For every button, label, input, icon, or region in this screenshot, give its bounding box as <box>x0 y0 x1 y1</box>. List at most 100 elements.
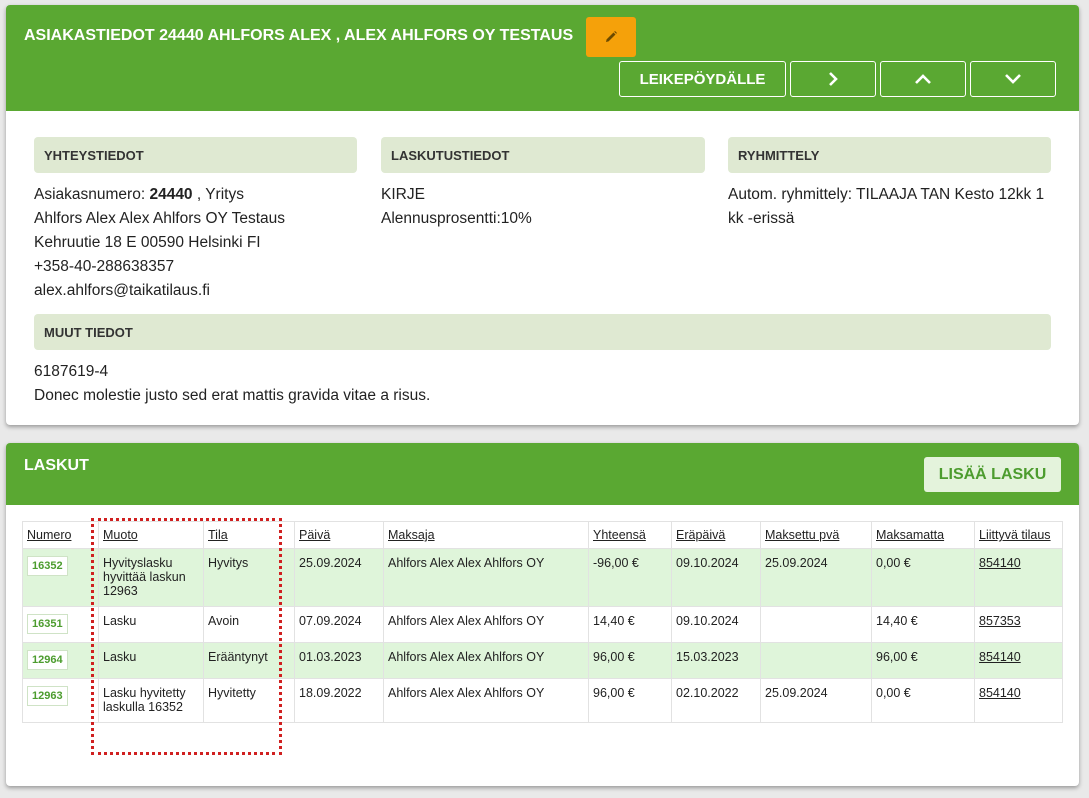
table-row[interactable]: 16352 Hyvityslasku hyvittää laskun 12963 H… <box>22 548 1063 607</box>
cell-yhteensa: 14,40 € <box>588 606 672 643</box>
cell-text: Lasku <box>103 614 137 628</box>
col-paiva[interactable]: Päivä <box>294 521 384 549</box>
order-link[interactable]: 857353 <box>979 614 1021 628</box>
cell-text: Avoin <box>208 614 240 628</box>
invoices-table: Numero Muoto Tila Päivä Maksaja Yhteensä… <box>22 521 1063 723</box>
cell-text: 14,40 € <box>876 614 918 628</box>
cell-paiva: 07.09.2024 <box>294 606 384 643</box>
cell-maksaja: Ahlfors Alex Alex Ahlfors OY <box>383 606 589 643</box>
cell-text: Hyvitys <box>208 556 249 570</box>
cell-text: 96,00 € <box>593 650 635 664</box>
invoice-number-link[interactable]: 12964 <box>27 650 68 670</box>
invoices-body: 16352 Hyvityslasku hyvittää laskun 12963 H… <box>22 548 1063 723</box>
cell-text: Hyvitetty <box>208 686 256 700</box>
order-link[interactable]: 854140 <box>979 650 1021 664</box>
cell-text: Lasku hyvitetty laskulla 16352 <box>103 686 186 714</box>
other-info: 6187619-4 Donec molestie justo sed erat … <box>34 360 934 408</box>
cell-text: 0,00 € <box>876 556 911 570</box>
cell-text: 02.10.2022 <box>676 686 739 700</box>
cell-text: 25.09.2024 <box>299 556 362 570</box>
cell-text: 18.09.2022 <box>299 686 362 700</box>
invoice-number-link[interactable]: 16351 <box>27 614 68 634</box>
col-maksettu[interactable]: Maksettu pvä <box>760 521 872 549</box>
cell-maksettu <box>760 606 872 643</box>
cell-text: 15.03.2023 <box>676 650 739 664</box>
cell-text: Erääntynyt <box>208 650 268 664</box>
cell-erapaiva: 09.10.2024 <box>671 606 761 643</box>
customer-panel: ASIAKASTIEDOT 24440 AHLFORS ALEX , ALEX … <box>6 5 1079 425</box>
cell-numero: 12963 <box>22 678 99 723</box>
table-header-row: Numero Muoto Tila Päivä Maksaja Yhteensä… <box>22 521 1063 549</box>
cell-maksamatta: 14,40 € <box>871 606 975 643</box>
cell-text: 01.03.2023 <box>299 650 362 664</box>
invoice-number-link[interactable]: 16352 <box>27 556 68 576</box>
cell-tilaus: 854140 <box>974 642 1063 679</box>
cell-tilaus: 854140 <box>974 678 1063 723</box>
cell-maksettu: 25.09.2024 <box>760 548 872 607</box>
cell-text: 09.10.2024 <box>676 556 739 570</box>
customer-address: Kehruutie 18 E 00590 Helsinki FI <box>34 234 261 251</box>
billing-discount: Alennusprosentti:10% <box>381 210 532 227</box>
cell-maksaja: Ahlfors Alex Alex Ahlfors OY <box>383 642 589 679</box>
cell-muoto: Lasku hyvitetty laskulla 16352 <box>98 678 204 723</box>
col-erapaiva[interactable]: Eräpäivä <box>671 521 761 549</box>
clipboard-button[interactable]: LEIKEPÖYDÄLLE <box>619 61 786 97</box>
invoices-header: LASKUT LISÄÄ LASKU <box>6 443 1079 505</box>
chevron-up-icon <box>915 74 931 84</box>
cell-paiva: 01.03.2023 <box>294 642 384 679</box>
down-button[interactable] <box>970 61 1056 97</box>
cell-text: -96,00 € <box>593 556 639 570</box>
cell-numero: 16351 <box>22 606 99 643</box>
grouping-heading: RYHMITTELY <box>728 137 1051 173</box>
cell-erapaiva: 02.10.2022 <box>671 678 761 723</box>
cell-maksamatta: 0,00 € <box>871 678 975 723</box>
customer-type: , Yritys <box>196 186 244 203</box>
cell-maksettu: 25.09.2024 <box>760 678 872 723</box>
billing-info: KIRJE Alennusprosentti:10% <box>381 183 701 231</box>
billing-heading: LASKUTUSTIEDOT <box>381 137 705 173</box>
cell-erapaiva: 15.03.2023 <box>671 642 761 679</box>
cell-tilaus: 857353 <box>974 606 1063 643</box>
invoice-number-link[interactable]: 12963 <box>27 686 68 706</box>
cell-numero: 16352 <box>22 548 99 607</box>
cell-text: 25.09.2024 <box>765 686 828 700</box>
cell-erapaiva: 09.10.2024 <box>671 548 761 607</box>
table-row[interactable]: 16351 Lasku Avoin 07.09.2024 Ahlfors Alex Al… <box>22 606 1063 643</box>
cell-maksaja: Ahlfors Alex Alex Ahlfors OY <box>383 678 589 723</box>
cell-tila: Hyvitys <box>203 548 295 607</box>
cell-tilaus: 854140 <box>974 548 1063 607</box>
edit-button[interactable] <box>586 17 636 57</box>
cell-text: 96,00 € <box>876 650 918 664</box>
grouping-info: Autom. ryhmittely: TILAAJA TAN Kesto 12k… <box>728 186 1045 227</box>
chevron-down-icon <box>1005 74 1021 84</box>
cell-numero: 12964 <box>22 642 99 679</box>
cell-text: 25.09.2024 <box>765 556 828 570</box>
col-maksamatta[interactable]: Maksamatta <box>871 521 975 549</box>
cell-tila: Hyvitetty <box>203 678 295 723</box>
col-tila[interactable]: Tila <box>203 521 295 549</box>
cell-text: 07.09.2024 <box>299 614 362 628</box>
business-id: 6187619-4 <box>34 363 109 380</box>
table-row[interactable]: 12963 Lasku hyvitetty laskulla 16352 Hyvit… <box>22 678 1063 723</box>
add-invoice-button[interactable]: LISÄÄ LASKU <box>924 457 1061 492</box>
customer-number: 24440 <box>149 186 193 203</box>
customer-name: Ahlfors Alex Alex Ahlfors OY Testaus <box>34 210 286 227</box>
col-maksaja[interactable]: Maksaja <box>383 521 589 549</box>
col-numero[interactable]: Numero <box>22 521 99 549</box>
cell-yhteensa: -96,00 € <box>588 548 672 607</box>
cell-text: Ahlfors Alex Alex Ahlfors OY <box>388 650 545 664</box>
order-link[interactable]: 854140 <box>979 686 1021 700</box>
col-yhteensa[interactable]: Yhteensä <box>588 521 672 549</box>
cell-muoto: Hyvityslasku hyvittää laskun 12963 <box>98 548 204 607</box>
table-row[interactable]: 12964 Lasku Erääntynyt 01.03.2023 Ahlfors Al… <box>22 642 1063 679</box>
cell-tila: Erääntynyt <box>203 642 295 679</box>
cell-maksamatta: 0,00 € <box>871 548 975 607</box>
order-link[interactable]: 854140 <box>979 556 1021 570</box>
cell-yhteensa: 96,00 € <box>588 678 672 723</box>
next-button[interactable] <box>790 61 876 97</box>
customer-header: ASIAKASTIEDOT 24440 AHLFORS ALEX , ALEX … <box>6 5 1079 111</box>
cell-maksettu <box>760 642 872 679</box>
col-liittyva-tilaus[interactable]: Liittyvä tilaus <box>974 521 1063 549</box>
col-muoto[interactable]: Muoto <box>98 521 204 549</box>
up-button[interactable] <box>880 61 966 97</box>
